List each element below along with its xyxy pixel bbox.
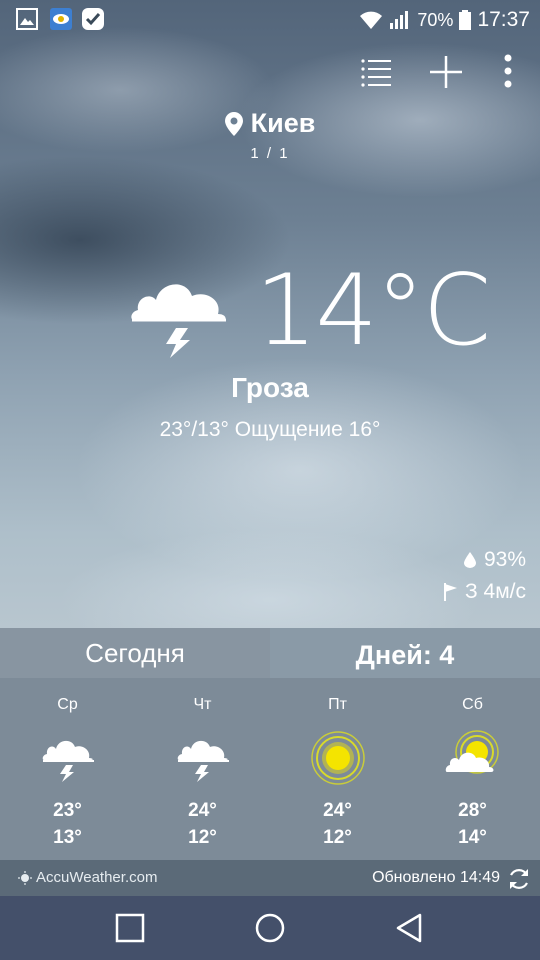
day-low: 12° bbox=[323, 827, 352, 848]
day-high: 28° bbox=[458, 800, 487, 821]
location-pin-icon bbox=[224, 111, 243, 136]
sunny-icon bbox=[311, 731, 365, 785]
location-header: Киев 1 / 1 bbox=[0, 108, 540, 162]
day-low: 12° bbox=[188, 827, 217, 848]
accuweather-link[interactable]: AccuWeather.com bbox=[18, 869, 157, 886]
home-icon[interactable] bbox=[252, 910, 288, 946]
day-name: Пт bbox=[328, 696, 347, 713]
thunderstorm-icon bbox=[42, 740, 94, 782]
forecast-day[interactable]: Чт 24° 12° bbox=[135, 678, 270, 860]
tab-today[interactable]: Сегодня bbox=[0, 628, 270, 678]
day-high: 24° bbox=[188, 800, 217, 821]
system-nav-bar bbox=[0, 896, 540, 960]
check-app-icon bbox=[82, 8, 104, 30]
day-high: 24° bbox=[323, 800, 352, 821]
recent-apps-icon[interactable] bbox=[112, 910, 148, 946]
status-bar: 70% 17:37 bbox=[0, 0, 540, 40]
status-time: 17:37 bbox=[477, 8, 530, 31]
city-name: Киев bbox=[250, 108, 316, 138]
footer-bar: AccuWeather.com Обновлено 14:49 bbox=[0, 860, 540, 896]
day-name: Сб bbox=[462, 696, 483, 713]
forecast-day[interactable]: Пт 24° 12° bbox=[270, 678, 405, 860]
day-low: 14° bbox=[458, 827, 487, 848]
refresh-icon[interactable] bbox=[506, 866, 532, 892]
partly-cloudy-icon bbox=[445, 730, 499, 774]
back-icon[interactable] bbox=[392, 910, 428, 946]
day-name: Чт bbox=[193, 696, 212, 713]
humidity: 93% bbox=[463, 548, 526, 572]
current-temperature: 14°C bbox=[255, 254, 491, 368]
battery-percent: 70% bbox=[417, 9, 454, 30]
location-title[interactable]: Киев bbox=[224, 108, 316, 139]
wifi-icon bbox=[360, 11, 383, 29]
current-weather: 14°C bbox=[0, 254, 540, 372]
eye-app-icon bbox=[50, 8, 72, 30]
more-options-icon[interactable] bbox=[488, 52, 528, 92]
day-high: 23° bbox=[53, 800, 82, 821]
forecast-day[interactable]: Ср 23° 13° bbox=[0, 678, 135, 860]
add-location-icon[interactable] bbox=[426, 52, 466, 92]
thunderstorm-icon bbox=[131, 284, 226, 358]
forecast-day[interactable]: Сб 28° 14° bbox=[405, 678, 540, 860]
day-name: Ср bbox=[57, 696, 78, 713]
tab-days[interactable]: Дней: 4 bbox=[270, 628, 540, 678]
droplet-icon bbox=[463, 552, 476, 568]
forecast-tabs: Сегодня Дней: 4 bbox=[0, 628, 540, 678]
wind: З 4м/с bbox=[443, 580, 526, 604]
page-indicator: 1 / 1 bbox=[250, 144, 290, 162]
battery-icon bbox=[459, 10, 472, 30]
condition-text: Гроза bbox=[231, 372, 309, 403]
daily-forecast: Ср 23° 13° Чт 24° 12° Пт 24° 12° Сб 28° … bbox=[0, 678, 540, 860]
wind-flag-icon bbox=[444, 583, 458, 601]
hilo-feels-text: 23°/13° Ощущение 16° bbox=[159, 418, 381, 441]
brand-text: AccuWeather.com bbox=[36, 869, 158, 886]
sun-logo-icon bbox=[18, 870, 32, 885]
wind-value: З 4м/с bbox=[465, 580, 526, 603]
thunderstorm-icon bbox=[177, 740, 229, 782]
updated-time: Обновлено 14:49 bbox=[372, 869, 500, 886]
humidity-value: 93% bbox=[483, 548, 526, 571]
signal-icon bbox=[390, 11, 409, 29]
list-icon[interactable] bbox=[355, 52, 395, 92]
day-low: 13° bbox=[53, 827, 82, 848]
image-icon bbox=[16, 8, 38, 30]
